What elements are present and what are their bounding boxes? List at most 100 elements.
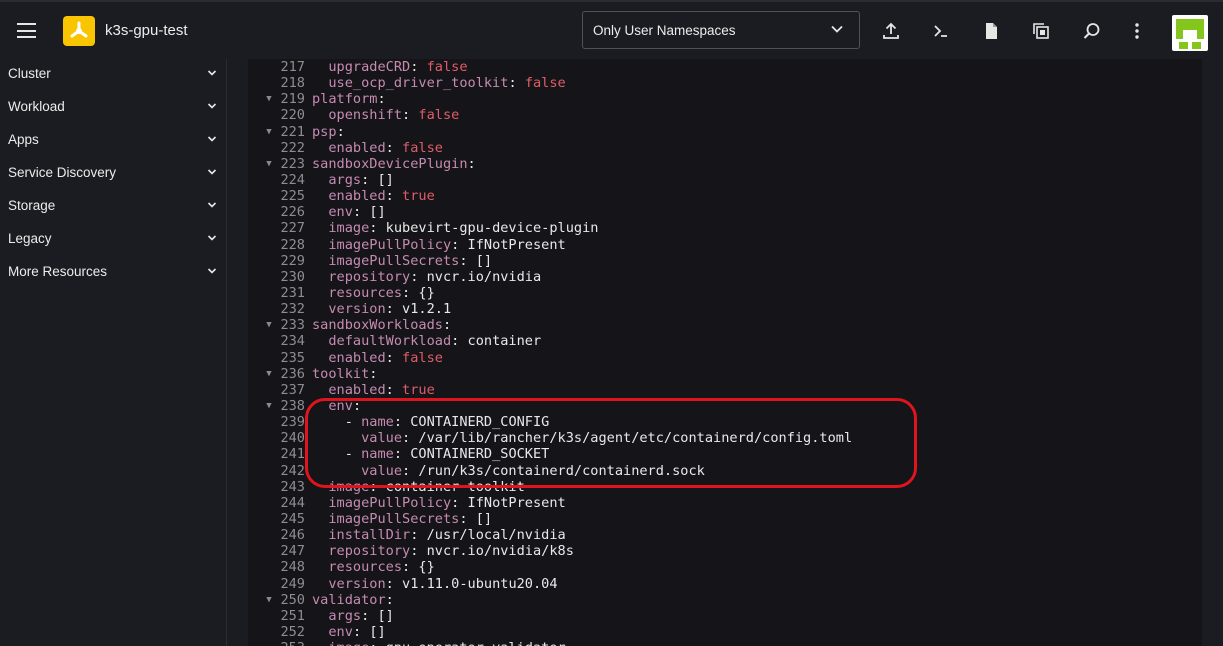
yaml-key: imagePullSecrets — [328, 510, 460, 527]
chevron-down-icon — [831, 25, 843, 33]
code-text: validator: — [312, 592, 394, 608]
yaml-key: repository — [328, 543, 411, 560]
terminal-icon[interactable] — [931, 21, 951, 41]
code-text: imagePullSecrets: [] — [312, 511, 492, 527]
sidebar-item-legacy[interactable]: Legacy — [0, 224, 226, 254]
line-number: 224 — [280, 171, 305, 188]
yaml-key: image — [328, 640, 369, 646]
line-number: 240 — [280, 430, 305, 447]
yaml-key: env — [328, 204, 353, 221]
code-text: value: /run/k3s/containerd/containerd.so… — [312, 463, 705, 479]
file-icon[interactable] — [981, 21, 1001, 41]
chevron-down-icon — [207, 235, 217, 241]
yaml-separator: : — [377, 91, 386, 108]
code-text: openshift: false — [312, 107, 459, 123]
sidebar-item-service-discovery[interactable]: Service Discovery — [0, 158, 226, 188]
yaml-key: upgradeCRD — [328, 59, 411, 75]
yaml-key: repository — [328, 268, 411, 285]
yaml-value: nvcr.io/nvidia — [426, 268, 542, 285]
yaml-separator: : — [385, 591, 394, 608]
yaml-separator: : — [393, 446, 411, 463]
yaml-separator: : — [385, 301, 403, 318]
namespace-filter-select[interactable]: Only User Namespaces — [582, 11, 860, 49]
yaml-separator: : — [385, 575, 403, 592]
code-text: args: [] — [312, 172, 394, 188]
cluster-logo-icon — [63, 16, 95, 46]
yaml-value: true — [402, 381, 435, 398]
line-number: 223 — [280, 155, 305, 172]
sidebar-item-cluster[interactable]: Cluster — [0, 59, 226, 89]
yaml-key: version — [328, 301, 386, 318]
yaml-editor[interactable]: 217 upgradeCRD: false 218 use_ocp_driver_… — [248, 59, 1202, 646]
yaml-separator: : — [336, 123, 345, 140]
sidebar-item-workload[interactable]: Workload — [0, 92, 226, 122]
avatar[interactable] — [1172, 15, 1208, 51]
yaml-separator: : — [385, 139, 403, 156]
code-text: platform: — [312, 91, 386, 107]
yaml-value: v1.2.1 — [402, 301, 452, 318]
line-number: 243 — [280, 478, 305, 495]
line-number: 217 — [280, 59, 305, 75]
more-icon[interactable] — [1127, 21, 1147, 41]
yaml-value: gpu-operator-validator — [386, 640, 566, 646]
code-text: enabled: false — [312, 140, 443, 156]
line-number: 238 — [280, 397, 305, 414]
sidebar-item-apps[interactable]: Apps — [0, 125, 226, 155]
code-text: repository: nvcr.io/nvidia/k8s — [312, 543, 574, 559]
code-text: enabled: true — [312, 188, 434, 204]
yaml-separator: : — [402, 462, 419, 479]
yaml-key: name — [361, 446, 394, 463]
yaml-separator: : — [467, 155, 476, 172]
code-text: imagePullSecrets: [] — [312, 253, 492, 269]
upload-icon[interactable] — [881, 21, 901, 41]
sidebar-item-label: Storage — [8, 198, 56, 213]
sidebar-item-more-resources[interactable]: More Resources — [0, 257, 226, 287]
line-number: 237 — [280, 381, 305, 398]
line-number: 241 — [280, 446, 305, 463]
yaml-separator: : — [508, 75, 525, 92]
copy-icon[interactable] — [1031, 21, 1051, 41]
code-text: enabled: false — [312, 350, 443, 366]
yaml-value: {} — [418, 559, 435, 576]
yaml-separator: : — [459, 510, 476, 527]
yaml-key: name — [361, 414, 394, 431]
yaml-value: IfNotPresent — [467, 494, 566, 511]
yaml-key: args — [328, 607, 362, 624]
yaml-value: [] — [377, 607, 394, 624]
code-text: enabled: true — [312, 381, 435, 398]
namespace-filter-value: Only User Namespaces — [593, 23, 736, 38]
yaml-value: IfNotPresent — [467, 236, 566, 253]
menu-icon[interactable] — [17, 23, 36, 38]
yaml-separator: : — [410, 527, 427, 544]
search-icon[interactable] — [1082, 21, 1102, 41]
yaml-separator: : — [369, 220, 386, 237]
yaml-separator: : — [451, 236, 468, 253]
yaml-separator: : — [410, 543, 427, 560]
line-number: 222 — [280, 139, 305, 156]
yaml-key: image — [328, 478, 370, 495]
yaml-separator: : — [352, 623, 370, 640]
yaml-key: value — [361, 430, 403, 447]
yaml-separator: : — [442, 317, 452, 334]
yaml-key: validator — [312, 591, 386, 608]
yaml-separator: : — [402, 430, 419, 447]
yaml-key: sandboxDevicePlugin — [312, 155, 468, 172]
line-number: 249 — [280, 575, 305, 592]
line-number: 230 — [280, 268, 305, 285]
sidebar-item-storage[interactable]: Storage — [0, 191, 226, 221]
yaml-key: enabled — [328, 139, 386, 156]
yaml-separator: : — [385, 381, 403, 398]
code-text: args: [] — [312, 608, 394, 624]
yaml-key: sandboxWorkloads — [312, 317, 443, 334]
